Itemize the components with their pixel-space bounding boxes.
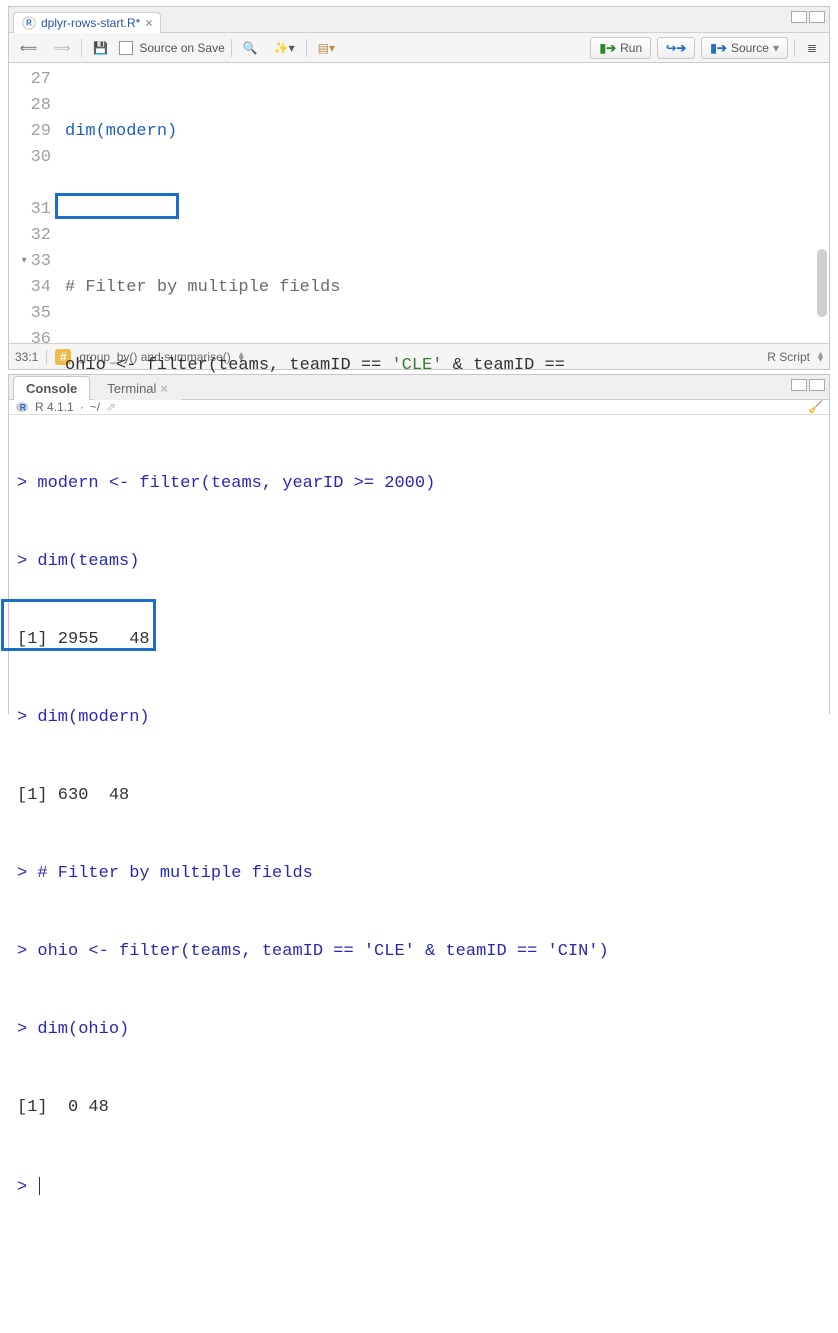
console-output[interactable]: > modern <- filter(teams, yearID >= 2000…	[9, 415, 829, 1333]
source-icon: ▮➔	[710, 41, 727, 55]
rerun-icon: ↪➔	[666, 41, 686, 55]
pane-window-controls	[791, 11, 825, 23]
prompt: >	[17, 942, 37, 961]
line-number: 36	[31, 327, 51, 353]
wand-icon: ✨▾	[274, 41, 295, 55]
minimize-pane-button[interactable]	[791, 11, 807, 23]
line-number: 35	[31, 301, 51, 327]
line-number: 33	[31, 249, 51, 275]
maximize-pane-button[interactable]	[809, 11, 825, 23]
separator	[794, 39, 795, 57]
prompt: >	[17, 1178, 37, 1197]
console-cmd: dim(ohio)	[37, 1020, 129, 1039]
svg-text:R: R	[26, 19, 32, 28]
console-tab[interactable]: Console	[13, 376, 90, 400]
console-cmd: # Filter by multiple fields	[37, 864, 312, 883]
chevron-down-icon: ▾	[773, 41, 779, 55]
code-text: & teamID ==	[442, 356, 575, 375]
console-result: [1] 0 48	[17, 1098, 109, 1117]
editor-pane: R dplyr-rows-start.R* × ⟸ ⟹ 💾 Source on …	[8, 6, 830, 370]
terminal-tab[interactable]: Terminal ×	[94, 376, 181, 400]
close-tab-icon[interactable]: ×	[145, 16, 152, 30]
prompt: >	[17, 552, 37, 571]
search-icon: 🔍	[243, 41, 258, 55]
prompt: >	[17, 474, 37, 493]
arrow-right-icon: ⟹	[53, 41, 70, 55]
rerun-button[interactable]: ↪➔	[657, 37, 695, 59]
run-label: Run	[620, 41, 642, 55]
r-file-icon: R	[22, 16, 36, 30]
prompt: >	[17, 708, 37, 727]
fold-caret-icon[interactable]: ▾	[22, 249, 27, 275]
terminal-tab-label: Terminal	[107, 381, 156, 396]
separator	[306, 39, 307, 57]
run-icon: ▮➔	[599, 41, 616, 55]
line-number: 31	[31, 197, 51, 223]
outline-button[interactable]: ≣	[801, 37, 823, 59]
source-button[interactable]: ▮➔ Source ▾	[701, 37, 788, 59]
console-pane: Console Terminal × R R 4.1.1 · ~/ ⇗ 🧹 > …	[8, 374, 830, 714]
wand-button[interactable]: ✨▾	[269, 37, 300, 59]
line-number: 30	[31, 145, 51, 171]
find-button[interactable]: 🔍	[238, 37, 263, 59]
console-cmd: dim(modern)	[37, 708, 149, 727]
svg-text:R: R	[20, 403, 27, 413]
separator	[231, 39, 232, 57]
source-label: Source	[731, 41, 769, 55]
arrow-left-icon: ⟸	[20, 41, 37, 55]
prompt: >	[17, 1020, 37, 1039]
console-tab-label: Console	[26, 381, 77, 396]
line-number: 34	[31, 275, 51, 301]
editor-tab-title: dplyr-rows-start.R*	[41, 16, 140, 30]
code-area[interactable]: 27 28 29 30 31 32 ▾33 34 35 36 dim(moder…	[9, 63, 829, 343]
code-text: ohio <- filter(teams, teamID ==	[65, 356, 391, 375]
pane-window-controls	[791, 379, 825, 391]
source-on-save-label: Source on Save	[139, 41, 224, 55]
editor-tabbar: R dplyr-rows-start.R* ×	[9, 7, 829, 33]
line-number: 29	[31, 119, 51, 145]
line-gutter: 27 28 29 30 31 32 ▾33 34 35 36	[9, 63, 59, 343]
line-number: 32	[31, 223, 51, 249]
code-text: dim(modern)	[65, 122, 177, 141]
source-on-save-checkbox[interactable]	[119, 41, 133, 55]
run-button[interactable]: ▮➔ Run	[590, 37, 651, 59]
console-tabbar: Console Terminal ×	[9, 375, 829, 400]
console-cmd: dim(teams)	[37, 552, 139, 571]
editor-tab[interactable]: R dplyr-rows-start.R* ×	[13, 12, 161, 33]
highlight-box-editor	[55, 193, 179, 219]
line-number: 27	[31, 67, 51, 93]
text-cursor	[39, 1177, 40, 1195]
notebook-icon: ▤▾	[318, 41, 335, 55]
console-cmd: ohio <- filter(teams, teamID == 'CLE' & …	[37, 942, 608, 961]
scrollbar-thumb[interactable]	[817, 249, 827, 317]
console-result: [1] 630 48	[17, 786, 129, 805]
maximize-pane-button[interactable]	[809, 379, 825, 391]
code-text: # Filter by multiple fields	[65, 278, 340, 297]
floppy-icon: 💾	[93, 41, 108, 55]
back-button[interactable]: ⟸	[15, 37, 42, 59]
editor-toolbar: ⟸ ⟹ 💾 Source on Save 🔍 ✨▾ ▤▾ ▮➔ Run ↪➔ ▮…	[9, 33, 829, 63]
code-body[interactable]: dim(modern) # Filter by multiple fields …	[59, 63, 829, 343]
line-number: 28	[31, 93, 51, 119]
outline-icon: ≣	[807, 41, 817, 55]
code-text: 'CLE'	[391, 356, 442, 375]
minimize-pane-button[interactable]	[791, 379, 807, 391]
console-cmd: modern <- filter(teams, yearID >= 2000)	[37, 474, 435, 493]
notebook-button[interactable]: ▤▾	[313, 37, 340, 59]
prompt: >	[17, 864, 37, 883]
separator	[81, 39, 82, 57]
r-logo-icon: R	[15, 400, 29, 414]
close-icon[interactable]: ×	[160, 381, 168, 396]
highlight-box-console	[1, 599, 156, 651]
save-button[interactable]: 💾	[88, 37, 113, 59]
forward-button[interactable]: ⟹	[48, 37, 75, 59]
